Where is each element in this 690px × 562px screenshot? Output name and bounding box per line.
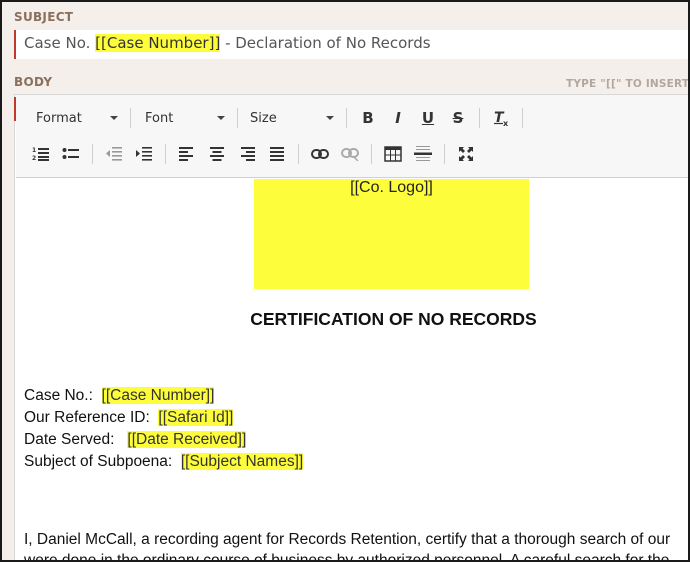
logo-token: [[Co. Logo]]: [350, 179, 433, 196]
date-served-label: Date Served:: [24, 431, 115, 448]
format-dropdown[interactable]: Format: [16, 105, 124, 131]
subject-prefix: Case No.: [24, 34, 96, 52]
subject-of-subpoena-line: Subject of Subpoena: [[Subject Names]]: [24, 453, 304, 471]
decrease-indent-button[interactable]: [101, 141, 127, 167]
paragraph-line: were done in the ordinary course of busi…: [24, 552, 670, 562]
date-served-line: Date Served: [[Date Received]]: [24, 431, 247, 449]
bulleted-list-icon: [62, 148, 79, 159]
chevron-down-icon: [326, 116, 334, 120]
remove-format-icon: T x: [494, 110, 509, 127]
insert-table-button[interactable]: [380, 141, 406, 167]
align-center-icon: [210, 147, 224, 161]
toolbar-separator: [371, 144, 372, 164]
italic-button[interactable]: I: [385, 105, 411, 131]
case-number-label: Case No.:: [24, 387, 93, 404]
toolbar-separator: [237, 108, 238, 128]
toolbar-separator: [298, 144, 299, 164]
justify-button[interactable]: [264, 141, 290, 167]
maximize-icon: [459, 147, 473, 161]
toolbar-separator: [522, 108, 523, 128]
document-content[interactable]: [[Co. Logo]] CERTIFICATION OF NO RECORDS…: [16, 179, 688, 562]
svg-text:x: x: [503, 119, 509, 127]
toolbar-separator: [165, 144, 166, 164]
editor-toolbar: Format Font Size B I U S T x 1 2: [16, 95, 688, 178]
toolbar-separator: [444, 144, 445, 164]
font-dropdown-label: Font: [145, 110, 174, 126]
date-received-token: [[Date Received]]: [127, 431, 247, 448]
reference-id-label: Our Reference ID:: [24, 409, 150, 426]
editor-focus-accent: [14, 97, 16, 121]
chevron-down-icon: [110, 116, 118, 120]
align-right-icon: [241, 147, 255, 161]
paragraph-line: I, Daniel McCall, a recording agent for …: [24, 531, 671, 548]
horizontal-rule-icon: [414, 146, 432, 161]
reference-id-line: Our Reference ID: [[Safari Id]]: [24, 409, 234, 427]
align-left-button[interactable]: [174, 141, 200, 167]
strikethrough-button[interactable]: S: [445, 105, 471, 131]
italic-icon: I: [395, 109, 401, 127]
insert-token-hint: TYPE "[[" TO INSERT A R: [566, 78, 690, 90]
toolbar-separator: [92, 144, 93, 164]
format-dropdown-label: Format: [36, 110, 82, 126]
unlink-icon: [341, 148, 359, 161]
toolbar-separator: [346, 108, 347, 128]
body-label: BODY: [14, 75, 53, 89]
subject-input[interactable]: Case No. [[Case Number]] - Declaration o…: [14, 30, 688, 59]
font-dropdown[interactable]: Font: [137, 105, 231, 131]
document-title: CERTIFICATION OF NO RECORDS: [250, 309, 537, 329]
unlink-button[interactable]: [337, 141, 363, 167]
indent-icon: [136, 147, 152, 161]
underline-button[interactable]: U: [415, 105, 441, 131]
email-template-editor: SUBJECT Case No. [[Case Number]] - Decla…: [0, 0, 690, 562]
rich-text-editor: Format Font Size B I U S T x 1 2 [[Co. L…: [14, 94, 688, 562]
toolbar-separator: [479, 108, 480, 128]
numbered-list-button[interactable]: 1 2: [28, 141, 54, 167]
outdent-icon: [106, 147, 122, 161]
svg-text:1: 1: [32, 147, 36, 154]
maximize-button[interactable]: [453, 141, 479, 167]
table-icon: [384, 146, 402, 162]
bold-icon: B: [362, 109, 374, 127]
remove-format-button[interactable]: T x: [488, 105, 514, 131]
chevron-down-icon: [217, 116, 225, 120]
toolbar-row-1: Format Font Size B I U S T x: [16, 103, 529, 133]
subject-of-subpoena-label: Subject of Subpoena:: [24, 453, 173, 470]
horizontal-line-button[interactable]: [410, 141, 436, 167]
subject-token-case-number: [[Case Number]]: [95, 34, 221, 52]
subject-label: SUBJECT: [14, 10, 74, 24]
case-number-line: Case No.: [[Case Number]]: [24, 387, 215, 405]
subject-names-token: [[Subject Names]]: [180, 453, 304, 470]
strikethrough-icon: S: [452, 109, 464, 127]
toolbar-row-2: 1 2: [16, 139, 481, 169]
increase-indent-button[interactable]: [131, 141, 157, 167]
align-justify-icon: [270, 147, 284, 161]
link-icon: [311, 149, 329, 159]
company-logo-placeholder: [[Co. Logo]]: [254, 179, 529, 289]
toolbar-separator: [130, 108, 131, 128]
subject-suffix: - Declaration of No Records: [220, 34, 431, 52]
align-left-icon: [179, 147, 193, 161]
link-button[interactable]: [307, 141, 333, 167]
case-number-token: [[Case Number]]: [101, 387, 215, 404]
safari-id-token: [[Safari Id]]: [158, 409, 234, 426]
underline-icon: U: [421, 109, 435, 127]
bold-button[interactable]: B: [355, 105, 381, 131]
svg-text:2: 2: [32, 155, 36, 162]
size-dropdown-label: Size: [250, 110, 277, 126]
numbered-list-icon: 1 2: [32, 147, 49, 162]
size-dropdown[interactable]: Size: [244, 105, 340, 131]
certification-paragraph: I, Daniel McCall, a recording agent for …: [24, 529, 688, 562]
align-right-button[interactable]: [234, 141, 260, 167]
bulleted-list-button[interactable]: [58, 141, 84, 167]
align-center-button[interactable]: [204, 141, 230, 167]
